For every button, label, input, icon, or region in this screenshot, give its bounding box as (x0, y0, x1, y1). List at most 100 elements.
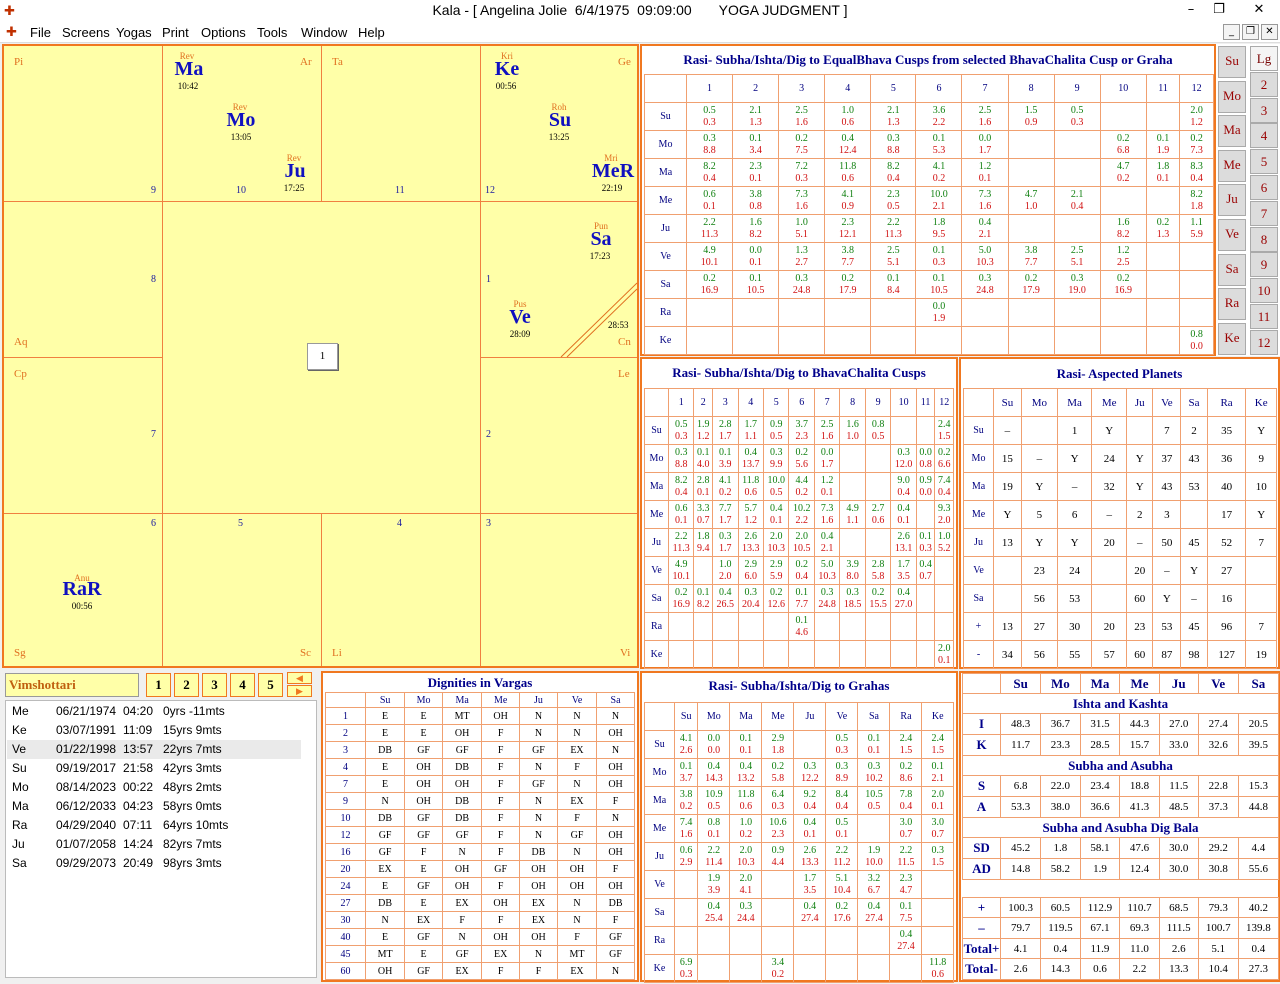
ishta-value: 10.4 (833, 884, 851, 896)
planet-select-button[interactable]: Ra (1218, 288, 1246, 321)
value-cell: 4.9 10.1 (667, 556, 695, 585)
value-cell (1007, 298, 1055, 327)
planet-select-button[interactable]: Sa (1218, 253, 1246, 286)
cusp-select-button[interactable]: 5 (1250, 149, 1278, 175)
subha-value (739, 615, 763, 627)
dignity-cell: GF (404, 826, 444, 844)
mdi-restore-icon[interactable]: ❐ (1242, 24, 1259, 40)
cusp-select-button[interactable]: 2 (1250, 71, 1278, 97)
cusp-select-button[interactable]: 8 (1250, 226, 1278, 252)
dasha-row[interactable]: Ve 01/22/1998 13:57 22yrs 7mts (7, 740, 301, 759)
dasha-back-icon[interactable]: ◀ (287, 672, 312, 684)
mdi-close-icon[interactable]: ✕ (1261, 24, 1278, 40)
cusp-select-button[interactable]: Lg (1250, 46, 1278, 71)
dasha-system-label[interactable]: Vimshottari (5, 673, 139, 697)
dasha-row[interactable]: Ma 06/12/2033 04:23 58yrs 0mts (7, 797, 301, 816)
ishta-value (764, 627, 788, 639)
value-cell: 15 (993, 444, 1022, 473)
menu-options[interactable]: Options (201, 25, 246, 40)
planet-ma[interactable]: Ma (159, 58, 219, 81)
ishta-value: 0.5 (871, 430, 885, 442)
subha-value: 3.3 (697, 502, 710, 514)
dignity-cell: N (519, 945, 558, 963)
planet-mo[interactable]: Mo (211, 109, 271, 132)
dasha-level-5-button[interactable]: 5 (258, 673, 283, 697)
dasha-row[interactable]: Ke 03/07/1991 11:09 15yrs 9mts (7, 721, 301, 740)
dasha-forward-icon[interactable]: ▶ (287, 685, 312, 697)
subha-value (1180, 273, 1213, 285)
subha-value: 1.6 (749, 216, 762, 228)
dignity-cell: GF (404, 928, 444, 946)
value-cell: 2.1 1.3 (732, 102, 780, 131)
planet-ve[interactable]: Ve (490, 306, 550, 329)
chart-center-button[interactable]: 1 (307, 343, 338, 370)
dignity-cell: EX (404, 911, 444, 929)
planet-me[interactable]: MeR (583, 160, 643, 183)
dasha-row[interactable]: Ju 01/07/2058 14:24 82yrs 7mts (7, 835, 301, 854)
dasha-level-4-button[interactable]: 4 (230, 673, 255, 697)
menu-yogas[interactable]: Yogas (116, 25, 152, 40)
planet-ke[interactable]: Ke (477, 58, 537, 81)
cusp-select-button[interactable]: 11 (1250, 304, 1278, 329)
menu-window[interactable]: Window (301, 25, 347, 40)
planet-select-button[interactable]: Ma (1218, 115, 1246, 148)
dasha-level-2-button[interactable]: 2 (174, 673, 199, 697)
subha-value (694, 615, 712, 627)
dasha-row[interactable]: Me 06/21/1974 04:20 0yrs -11mts (7, 702, 301, 721)
ishta-value (1180, 313, 1213, 325)
close-icon[interactable]: ✕ (1244, 0, 1274, 22)
planet-select-button[interactable]: Me (1218, 149, 1246, 182)
cusp-select-button[interactable]: 12 (1250, 329, 1278, 355)
planet-select-button[interactable]: Ke (1218, 322, 1246, 355)
planet-select-button[interactable]: Mo (1218, 80, 1246, 113)
ishta-value: 0.5 (707, 800, 721, 812)
subha-value (866, 447, 890, 459)
subha-value: 10.5 (865, 788, 883, 800)
subha-value: 4.1 (932, 160, 946, 172)
table-row: Ve 4.9 10.1 1.0 2.0 2.9 6.0 2.9 5.9 0.2 0.4 5.0 10.3… (644, 556, 954, 585)
value-cell (825, 926, 859, 955)
table-row: Mo 0.3 8.8 0.1 4.0 0.1 3.9 0.4 13.7 0.3 9.9 0.2 5.6 0… (644, 444, 954, 473)
ishta-value (762, 885, 793, 897)
rasi-chart[interactable]: Pi Ar Ta Ge Cn Le Vi Li Sc Sg Cp Aq 1 2 … (2, 44, 639, 668)
planet-ra[interactable]: RaR (52, 578, 112, 601)
subha-value (669, 643, 693, 655)
menu-tools[interactable]: Tools (257, 25, 287, 40)
menu-screens[interactable]: Screens (62, 25, 110, 40)
cusp-select-button[interactable]: 9 (1250, 252, 1278, 278)
value-cell: 24 (1091, 444, 1127, 473)
planet-select-button[interactable]: Ve (1218, 219, 1246, 251)
restore-icon[interactable]: ❐ (1204, 0, 1234, 22)
value-cell (1091, 556, 1127, 585)
dasha-row[interactable]: Su 09/19/2017 21:58 42yrs 3mts (7, 759, 301, 778)
ishta-value: 1.5 (937, 430, 951, 442)
planet-sa[interactable]: Sa (571, 228, 631, 251)
ishta-value: 1.9 (932, 312, 946, 324)
column-header: Me (1091, 388, 1127, 417)
dasha-row[interactable]: Mo 08/14/2023 00:22 48yrs 2mts (7, 778, 301, 797)
menu-help[interactable]: Help (358, 25, 385, 40)
cusp-select-button[interactable]: 3 (1250, 97, 1278, 123)
dasha-row[interactable]: Ra 04/29/2040 07:11 64yrs 10mts (7, 816, 301, 835)
planet-su[interactable]: Su (530, 109, 590, 132)
cusp-select-button[interactable]: 4 (1250, 123, 1278, 149)
dignity-cell: DB (442, 809, 483, 827)
menu-file[interactable]: File (30, 25, 51, 40)
dasha-row[interactable]: Sa 09/29/2073 20:49 98yrs 3mts (7, 854, 301, 873)
cusp-select-button[interactable]: 6 (1250, 175, 1278, 200)
planet-select-button[interactable]: Ju (1218, 184, 1246, 217)
cusp-select-button[interactable]: 7 (1250, 200, 1278, 226)
value-cell: 0.1 8.4 (870, 270, 917, 299)
app-menu-icon[interactable]: ✚ (6, 24, 17, 40)
table-row: Me 7.4 1.6 0.8 0.1 1.0 0.2 10.6 2.3 0.4 0.1 0.5 0.1 3… (644, 814, 954, 843)
dasha-list[interactable]: Me 06/21/1974 04:20 0yrs -11mts Ke 03/07/1991… (5, 700, 317, 978)
cusp-select-button[interactable]: 10 (1250, 278, 1278, 304)
value-cell: 27 (1020, 612, 1058, 641)
minimize-icon[interactable]: – (1176, 0, 1206, 22)
mdi-minimize-icon[interactable]: _ (1223, 24, 1240, 40)
planet-select-button[interactable]: Su (1218, 46, 1246, 78)
planet-ju[interactable]: Ju (265, 160, 325, 183)
dasha-level-3-button[interactable]: 3 (202, 673, 227, 697)
menu-print[interactable]: Print (162, 25, 189, 40)
dasha-level-1-button[interactable]: 1 (146, 673, 171, 697)
